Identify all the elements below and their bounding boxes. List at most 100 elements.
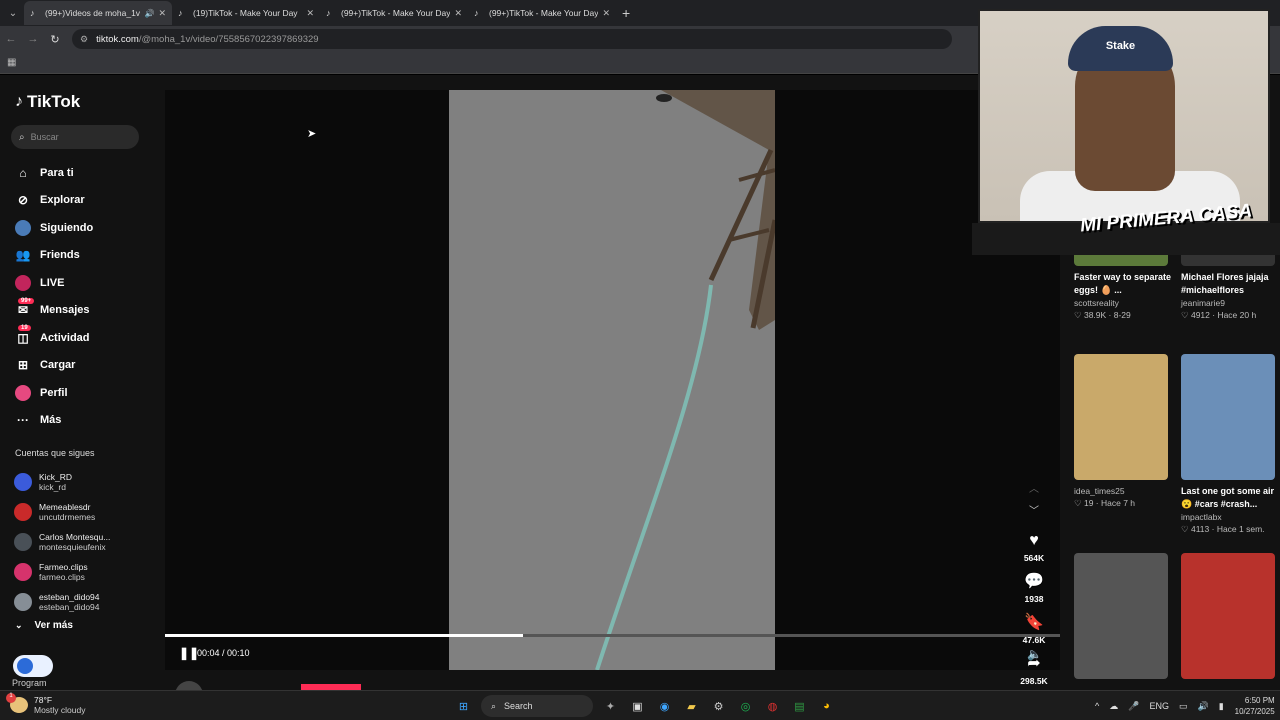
recommended-card[interactable] — [1181, 553, 1279, 679]
tiktok-favicon-icon: ♪ — [30, 8, 35, 18]
search-input[interactable]: ⌕ Buscar — [11, 125, 139, 149]
previous-video-icon[interactable]: ︿ — [1018, 480, 1050, 502]
clock[interactable]: 6:50 PM 10/27/2025 — [1235, 695, 1275, 717]
cloud-icon[interactable]: ☁ — [1109, 701, 1118, 712]
recommended-card[interactable]: idea_times25 ♡ 19 · Hace 7 h — [1074, 354, 1172, 509]
weather-widget[interactable]: 1 78°F Mostly cloudy — [6, 693, 86, 715]
sidebar-item-friends[interactable]: 👥 Friends — [15, 242, 93, 270]
comment-button[interactable]: 💬 1938 — [1018, 571, 1050, 604]
like-button[interactable]: ♥ 564K — [1018, 532, 1050, 563]
video-progress-bar[interactable] — [165, 634, 1060, 637]
network-icon[interactable]: ▭ — [1179, 701, 1188, 712]
sidebar-item-para-ti[interactable]: ⌂ Para ti — [15, 159, 93, 187]
bookmark-icon: 🔖 — [1024, 614, 1044, 631]
close-tab-icon[interactable]: ✕ — [602, 8, 610, 19]
weather-icon: 1 — [6, 693, 28, 713]
avatar — [14, 473, 32, 491]
following-handle: esteban_dido94 — [39, 602, 100, 612]
following-item[interactable]: Farmeo.clips farmeo.clips — [14, 557, 110, 587]
following-avatar-icon — [15, 219, 31, 236]
program-dot — [17, 658, 33, 674]
progress-fill — [165, 634, 523, 637]
card-thumbnail — [1181, 354, 1275, 480]
activity-badge: 19 — [18, 325, 31, 331]
sidebar-item-live[interactable]: LIVE — [15, 269, 93, 297]
speaker-icon[interactable]: 🔊 — [144, 9, 154, 18]
card-user: idea_times25 — [1074, 486, 1125, 496]
copilot-icon[interactable]: ✦ — [601, 696, 621, 716]
avatar — [14, 593, 32, 611]
card-thumbnail — [1074, 354, 1168, 480]
url-field[interactable]: ⚙ tiktok.com/@moha_1v/video/755856702239… — [72, 29, 952, 49]
home-icon: ⌂ — [19, 165, 27, 180]
site-info-icon[interactable]: ⚙ — [80, 34, 88, 45]
following-item[interactable]: esteban_dido94 esteban_dido94 — [14, 587, 110, 617]
card-stats: ♡ 4912 · Hace 20 h — [1181, 310, 1257, 320]
sidebar-item-mensajes[interactable]: ✉ 99+ Mensajes — [15, 297, 93, 325]
following-handle: kick_rd — [39, 482, 66, 492]
app-red-icon[interactable]: ◍ — [763, 696, 783, 716]
card-thumbnail — [1074, 553, 1168, 679]
tiktok-logo[interactable]: ♪ TikTok — [15, 92, 80, 112]
browser-tab-1[interactable]: ♪ (99+)Videos de moha_1v (@ 🔊 ✕ — [24, 1, 172, 25]
windows-start-icon[interactable]: ⊞ — [454, 696, 474, 716]
microphone-icon[interactable]: 🎤 — [1128, 701, 1139, 712]
volume-icon[interactable]: 🔊 — [1197, 701, 1208, 712]
forward-icon[interactable]: → — [22, 33, 44, 45]
webcam-cap: Stake — [1068, 26, 1173, 71]
tab-title: (99+)TikTok - Make Your Day — [341, 8, 451, 18]
sidebar-item-siguiendo[interactable]: Siguiendo — [15, 214, 93, 242]
tiktok-note-icon: ♪ — [15, 93, 23, 110]
apps-grid-icon[interactable]: ▦ — [7, 57, 16, 68]
browser-tab-2[interactable]: ♪ (19)TikTok - Make Your Day ✕ — [172, 1, 320, 25]
close-tab-icon[interactable]: ✕ — [158, 8, 166, 19]
task-view-icon[interactable]: ▣ — [628, 696, 648, 716]
video-frame[interactable] — [449, 90, 775, 670]
card-thumbnail — [1181, 553, 1275, 679]
following-item[interactable]: Memeablesdr uncutdrmemes — [14, 497, 110, 527]
sidebar-item-mas[interactable]: ··· Más — [15, 407, 93, 435]
sidebar-item-label: LIVE — [40, 276, 65, 289]
new-tab-icon[interactable]: + — [622, 5, 630, 21]
chrome-icon[interactable]: ◕ — [817, 696, 837, 716]
sidebar-menu: ⌂ Para ti ⊘ Explorar Siguiendo 👥 Friends LI… — [15, 159, 93, 434]
avatar — [14, 533, 32, 551]
taskbar-search[interactable]: ⌕ Search — [481, 695, 593, 717]
close-tab-icon[interactable]: ✕ — [306, 8, 314, 19]
sidebar-item-perfil[interactable]: Perfil — [15, 379, 93, 407]
recommended-card[interactable]: Last one got some air 😮 #cars #crash... … — [1181, 354, 1279, 535]
recommended-card[interactable] — [1074, 553, 1172, 679]
following-handle: montesquieufenix — [39, 542, 106, 552]
spotify-icon[interactable]: ◎ — [736, 696, 756, 716]
back-icon[interactable]: ← — [0, 33, 22, 45]
following-item[interactable]: Kick_RD kick_rd — [14, 467, 110, 497]
tab-search-icon[interactable]: ⌄ — [2, 2, 24, 24]
ver-mas-button[interactable]: ⌄ Ver más — [15, 620, 73, 631]
upload-icon: ⊞ — [17, 358, 29, 373]
settings-icon[interactable]: ⚙ — [709, 696, 729, 716]
browser-tab-3[interactable]: ♪ (99+)TikTok - Make Your Day ✕ — [320, 1, 468, 25]
language-indicator[interactable]: ENG — [1149, 701, 1169, 711]
mouse-cursor-icon: ➤ — [307, 128, 317, 140]
terminal-icon[interactable]: ▤ — [790, 696, 810, 716]
sidebar-item-explorar[interactable]: ⊘ Explorar — [15, 187, 93, 215]
avatar — [14, 563, 32, 581]
chevron-up-icon[interactable]: ^ — [1095, 701, 1099, 711]
share-button[interactable]: ➦ 298.5K — [1018, 653, 1050, 686]
browser-tab-4[interactable]: ♪ (99+)TikTok - Make Your Day ✕ — [468, 1, 616, 25]
video-stage[interactable]: ➤ ❚❚ 00:04 / 00:10 🔈 — [165, 90, 1060, 670]
reload-icon[interactable]: ↻ — [44, 33, 66, 46]
card-user: scottsreality — [1074, 298, 1119, 308]
next-video-icon[interactable]: ﹀ — [1018, 502, 1050, 524]
following-item[interactable]: Carlos Montesqu... montesquieufenix — [14, 527, 110, 557]
sidebar-item-cargar[interactable]: ⊞ Cargar — [15, 352, 93, 380]
card-user: jeanimarie9 — [1181, 298, 1225, 308]
video-actions: ︿ ﹀ ♥ 564K 💬 1938 🔖 47.6K ➦ 298.5K — [1018, 480, 1050, 686]
close-tab-icon[interactable]: ✕ — [454, 8, 462, 19]
sidebar-item-actividad[interactable]: ◫ 19 Actividad — [15, 324, 93, 352]
battery-icon[interactable]: ▮ — [1219, 701, 1224, 712]
program-toggle-icon[interactable] — [13, 655, 53, 677]
edge-icon[interactable]: ◉ — [655, 696, 675, 716]
file-explorer-icon[interactable]: ▰ — [682, 696, 702, 716]
save-button[interactable]: 🔖 47.6K — [1018, 612, 1050, 645]
